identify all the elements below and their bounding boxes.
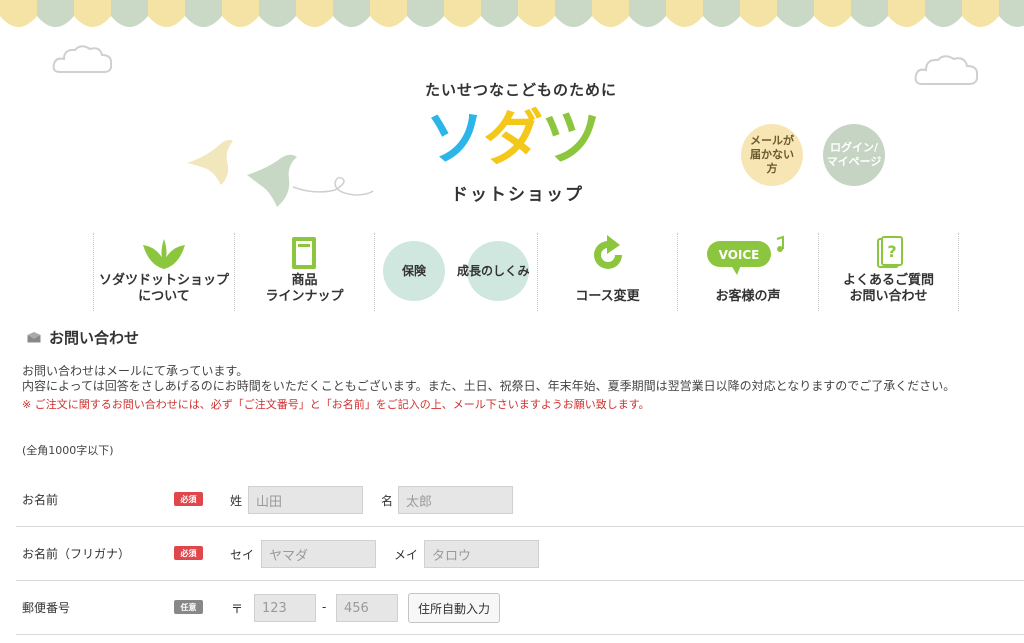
first-kana-label: メイ xyxy=(394,548,419,562)
nav-label-growth: 成長のしくみ xyxy=(457,264,530,278)
bunting-flag xyxy=(481,0,518,27)
bunting-flag xyxy=(148,0,185,27)
bunting-flag xyxy=(370,0,407,27)
page-title-text: お問い合わせ xyxy=(49,329,140,347)
zip-part1-input[interactable]: 123 xyxy=(254,594,316,622)
logo-subtitle: ドットショップ xyxy=(451,185,584,205)
logo-char-3: ツ xyxy=(541,104,601,174)
last-name-input[interactable]: 山田 xyxy=(248,486,363,514)
bunting-flag xyxy=(259,0,296,27)
nav-label-lineup: 商品 ラインナップ xyxy=(265,273,344,304)
bunting-flag xyxy=(740,0,777,27)
bunting-flag xyxy=(629,0,666,27)
bunting-flag xyxy=(444,0,481,27)
main-nav: ソダツドットショップ について 商品 ラインナップ 保険 成長のしくみ コース変… xyxy=(93,233,959,311)
bunting-flag xyxy=(407,0,444,27)
site-logo[interactable]: ソダツ ドットショップ xyxy=(425,104,625,205)
bunting-flag xyxy=(925,0,962,27)
bunting-flag xyxy=(111,0,148,27)
voice-text: VOICE xyxy=(719,248,760,262)
last-kana-input[interactable]: ヤマダ xyxy=(261,540,376,568)
question-note-icon: ? xyxy=(876,236,903,268)
zip-dash: - xyxy=(322,600,327,614)
bunting-flag xyxy=(518,0,555,27)
zip-prefix: 〒 xyxy=(231,602,244,616)
insurance-blob: 保険 xyxy=(383,241,445,301)
intro-line-1: お問い合わせはメールにて承っています。 xyxy=(22,364,249,378)
first-name-label: 名 xyxy=(381,494,394,508)
first-name-input[interactable]: 太郎 xyxy=(398,486,513,514)
form-row-zip: 郵便番号 任意 〒 123 - 456 住所自動入力 xyxy=(16,581,1024,635)
nav-item-faq-contact[interactable]: ? よくあるご質問 お問い合わせ xyxy=(818,233,959,311)
zip-part2-input[interactable]: 456 xyxy=(336,594,398,622)
cloud-icon xyxy=(52,45,113,73)
bunting-flag xyxy=(962,0,999,27)
required-badge: 必須 xyxy=(174,492,203,506)
nav-item-course-change[interactable]: コース変更 xyxy=(537,233,677,311)
bunting-flag xyxy=(555,0,592,27)
bunting-flag xyxy=(37,0,74,27)
refresh-icon xyxy=(593,235,622,269)
intro-line-2: 内容によっては回答をさしあげるのにお時間をいただくこともございます。また、土日、… xyxy=(22,379,956,393)
name-label: お名前 xyxy=(22,493,59,507)
bunting-flag xyxy=(185,0,222,27)
form-row-name: お名前 必須 姓 山田 名 太郎 xyxy=(16,473,1024,527)
voice-bubble-icon: VOICE xyxy=(707,235,784,275)
order-note: ※ ご注文に関するお問い合わせには、必ず「ご注文番号」と「お名前」をご記入の上、… xyxy=(22,398,650,411)
nav-item-insurance[interactable]: 保険 成長のしくみ xyxy=(374,233,537,311)
char-limit-note: (全角1000字以下) xyxy=(22,444,114,457)
envelope-icon xyxy=(27,332,41,343)
book-icon xyxy=(291,237,316,269)
birds-illustration xyxy=(187,139,374,207)
nav-item-about[interactable]: ソダツドットショップ について xyxy=(93,233,234,311)
nav-label-faq-contact: よくあるご質問 お問い合わせ xyxy=(842,273,934,304)
login-mypage-label: ログイン/ マイページ xyxy=(826,141,882,168)
bunting-flag xyxy=(592,0,629,27)
login-mypage-button[interactable]: ログイン/ マイページ xyxy=(823,124,885,186)
leaf-icon xyxy=(143,239,185,269)
bunting-flag xyxy=(777,0,814,27)
bunting-flag xyxy=(666,0,703,27)
mail-not-received-label: メールが 届かない 方 xyxy=(750,134,794,175)
first-kana-input[interactable]: タロウ xyxy=(424,540,539,568)
svg-text:?: ? xyxy=(887,242,896,261)
tagline: たいせつなこどものために xyxy=(425,81,618,99)
nav-label-course-change: コース変更 xyxy=(575,289,640,304)
bunting-flag xyxy=(851,0,888,27)
bunting-flag xyxy=(814,0,851,27)
bunting-flag xyxy=(296,0,333,27)
nav-label-insurance: 保険 xyxy=(401,264,426,278)
logo-char-1: ソ xyxy=(425,104,485,174)
bunting-flag xyxy=(74,0,111,27)
nav-label-voice: お客様の声 xyxy=(715,289,781,304)
kana-label: お名前（フリガナ） xyxy=(22,547,131,561)
bunting-flag xyxy=(999,0,1024,27)
bunting-flag xyxy=(0,0,37,27)
nav-item-voice[interactable]: VOICE お客様の声 xyxy=(677,233,818,311)
page-title: お問い合わせ xyxy=(27,327,139,348)
optional-badge: 任意 xyxy=(174,600,203,614)
intro-text: お問い合わせはメールにて承っています。 内容によっては回答をさしあげるのにお時間… xyxy=(22,364,1012,412)
mail-not-received-button[interactable]: メールが 届かない 方 xyxy=(741,124,803,186)
nav-item-lineup[interactable]: 商品 ラインナップ xyxy=(234,233,374,311)
bunting-flag xyxy=(222,0,259,27)
form-row-kana: お名前（フリガナ） 必須 セイ ヤマダ メイ タロウ xyxy=(16,527,1024,581)
nav-label-about: ソダツドットショップ について xyxy=(98,273,229,304)
cloud-icon xyxy=(914,55,979,85)
required-badge: 必須 xyxy=(174,546,203,560)
last-kana-label: セイ xyxy=(230,548,255,562)
bunting-flag xyxy=(703,0,740,27)
bunting-flag xyxy=(333,0,370,27)
bunting-flag xyxy=(888,0,925,27)
zip-label: 郵便番号 xyxy=(22,601,71,615)
auto-address-button[interactable]: 住所自動入力 xyxy=(408,593,500,623)
logo-char-2: ダ xyxy=(483,104,543,174)
last-name-label: 姓 xyxy=(230,494,243,508)
bunting-decoration xyxy=(0,0,1024,27)
